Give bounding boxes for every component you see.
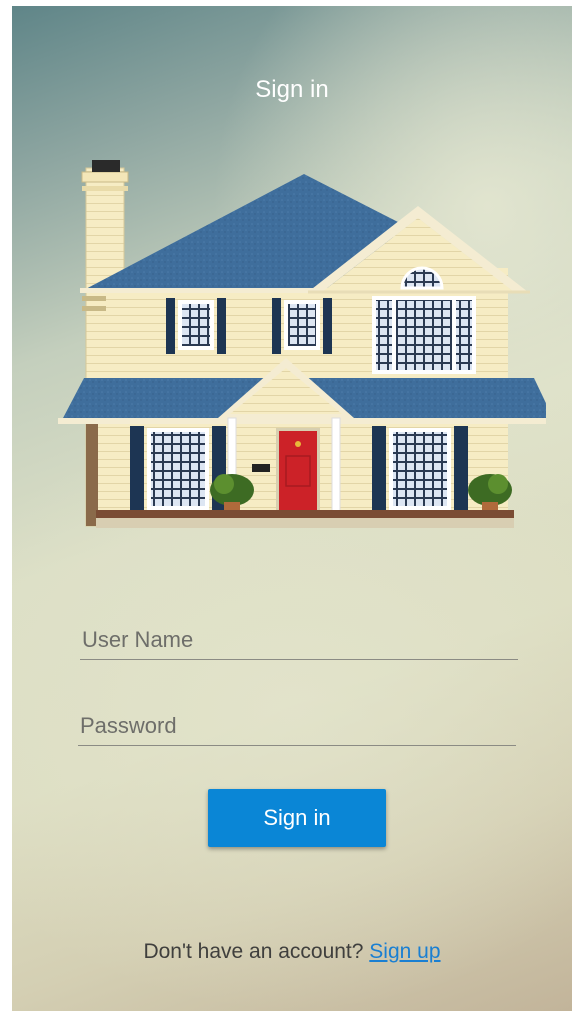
sign-in-screen: Sign in User Name Sign in Don't have an … [12,6,572,1011]
signup-prompt: Don't have an account? Sign up [12,940,572,964]
sign-up-link[interactable]: Sign up [369,940,440,963]
password-input[interactable] [78,706,516,746]
signup-prompt-text: Don't have an account? [143,940,364,963]
username-input[interactable] [80,620,518,660]
page-title: Sign in [255,76,329,103]
house-icon [46,156,556,536]
sign-in-button[interactable]: Sign in [208,789,386,847]
